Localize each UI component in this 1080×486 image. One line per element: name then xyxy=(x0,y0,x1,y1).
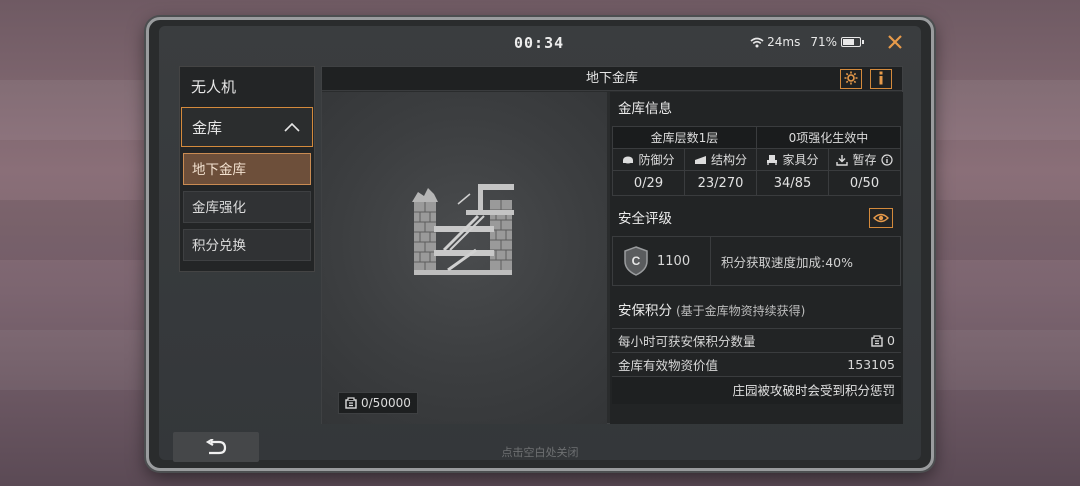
vault-building-icon xyxy=(412,184,514,275)
settings-button[interactable] xyxy=(840,69,862,89)
security-title: 安全评级 xyxy=(618,211,672,227)
ping-text: 24ms xyxy=(767,35,801,49)
close-hint[interactable]: 点击空白处关闭 xyxy=(159,444,921,460)
stat-furniture-value: 34/85 xyxy=(757,171,829,195)
wifi-icon xyxy=(750,37,764,47)
rating-badge-icon: C xyxy=(624,246,648,276)
panel-header: 地下金库 xyxy=(322,67,902,91)
asset-value: 153105 xyxy=(847,357,895,372)
vault-info-grid: 金库层数1层 0项强化生效中 防御分 结构分 家具分 暂存 0/29 23/27… xyxy=(612,126,901,196)
status-bar: 24ms 71% xyxy=(750,35,864,49)
vault-enhancements: 0项强化生效中 xyxy=(757,127,900,148)
menu-category-vault[interactable]: 金库 xyxy=(181,107,313,147)
security-score: 1100 xyxy=(657,253,691,269)
device-frame: 00:34 24ms 71% 无人机 金库 地下金库 金库强化 积分兑换 地下金… xyxy=(146,17,934,471)
battery-icon xyxy=(841,37,864,47)
vault-panel: 地下金库 0/50000 金库信息 金库层数1层 0项强化生效中 防御分 结构分… xyxy=(321,66,903,424)
rating-box: C 1100 积分获取速度加成:40% xyxy=(612,236,901,286)
info-button[interactable] xyxy=(870,69,892,89)
close-icon xyxy=(888,35,902,49)
points-subtitle: (基于金库物资持续获得) xyxy=(676,304,806,318)
security-bonus: 积分获取速度加成:40% xyxy=(721,254,853,270)
storage-icon xyxy=(345,397,357,409)
menu-item-underground-vault[interactable]: 地下金库 xyxy=(183,153,311,185)
battery-status: 71% xyxy=(810,35,864,49)
shield-icon xyxy=(623,156,634,163)
info-icon xyxy=(879,71,883,85)
capacity-badge: 0/50000 xyxy=(338,392,418,414)
per-hour-label: 每小时可获安保积分数量 xyxy=(618,334,756,349)
panel-title: 地下金库 xyxy=(585,71,638,86)
info-area: 金库信息 金库层数1层 0项强化生效中 防御分 结构分 家具分 暂存 0/29 … xyxy=(610,92,903,424)
screen: 00:34 24ms 71% 无人机 金库 地下金库 金库强化 积分兑换 地下金… xyxy=(159,26,921,462)
chevron-up-icon xyxy=(284,122,300,132)
vault-floors: 金库层数1层 xyxy=(613,127,757,148)
stairs-icon xyxy=(694,156,706,164)
close-button[interactable] xyxy=(883,30,907,54)
battery-text: 71% xyxy=(810,35,837,49)
eye-icon xyxy=(873,213,889,223)
capacity-text: 0/50000 xyxy=(361,396,411,410)
asset-value-row: 金库有效物资价值 153105 xyxy=(612,352,901,376)
security-section: 安全评级 C 1100 积分获取速度加成:40% xyxy=(610,202,903,286)
gear-icon xyxy=(844,71,858,85)
menu-item-points-exchange[interactable]: 积分兑换 xyxy=(183,229,311,261)
stat-storage-value: 0/50 xyxy=(849,175,880,191)
stat-defense-value: 0/29 xyxy=(613,171,685,195)
stat-defense-label: 防御分 xyxy=(613,149,685,170)
menu-item-vault-enhance[interactable]: 金库强化 xyxy=(183,191,311,223)
points-title: 安保积分 xyxy=(618,303,672,319)
storage-info-button[interactable] xyxy=(880,153,893,166)
stat-furniture-label: 家具分 xyxy=(757,149,829,170)
stat-structure-label: 结构分 xyxy=(685,149,757,170)
download-icon xyxy=(836,154,849,166)
menu-title: 无人机 xyxy=(191,78,237,96)
points-section: 安保积分 (基于金库物资持续获得) 每小时可获安保积分数量 0 金库有效物资价值… xyxy=(610,294,903,404)
per-hour-value: 0 xyxy=(887,333,895,348)
info-circle-icon xyxy=(880,153,893,166)
asset-value-label: 金库有效物资价值 xyxy=(618,358,719,373)
wifi-status: 24ms xyxy=(750,35,800,49)
penalty-warning: 庄园被攻破时会受到积分惩罚 xyxy=(612,376,901,404)
side-menu: 无人机 金库 地下金库 金库强化 积分兑换 xyxy=(179,66,315,272)
stat-storage-label: 暂存 xyxy=(829,149,900,170)
svg-text:C: C xyxy=(632,254,641,268)
menu-category-label: 金库 xyxy=(192,118,223,137)
vault-preview: 0/50000 xyxy=(322,92,607,424)
view-rating-button[interactable] xyxy=(869,208,893,228)
storage-icon xyxy=(871,334,883,347)
chair-icon xyxy=(767,154,778,165)
clock: 00:34 xyxy=(514,34,565,52)
stat-structure-value: 23/270 xyxy=(685,171,757,195)
per-hour-row: 每小时可获安保积分数量 0 xyxy=(612,328,901,352)
vault-info-title: 金库信息 xyxy=(618,101,672,117)
